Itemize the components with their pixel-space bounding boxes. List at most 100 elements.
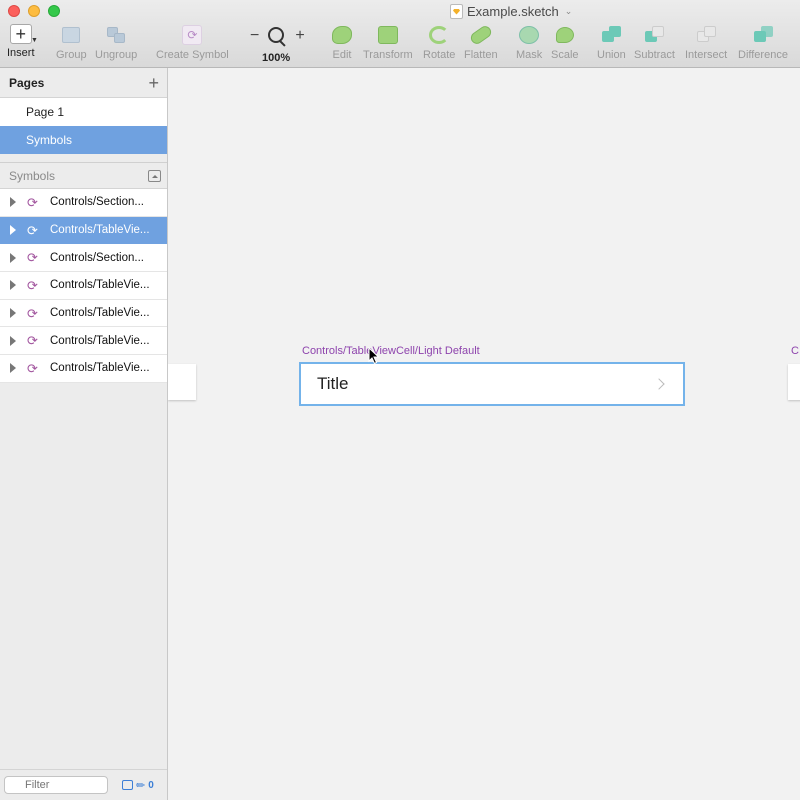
artboard-title-partial[interactable]: C [791,345,799,357]
document-title[interactable]: Example.sketch ⌄ [450,3,572,19]
rotate-button[interactable]: Rotate [423,24,455,61]
artboard-table-view-cell[interactable]: Title [299,362,685,406]
chevron-right-icon [653,378,665,390]
collapse-all-icon[interactable] [148,169,161,182]
difference-label: Difference [738,49,788,61]
create-symbol-button[interactable]: ⟳ Create Symbol [156,24,229,61]
group-button[interactable]: Group [56,24,87,61]
zoom-level: 100% [262,52,291,64]
close-window-button[interactable] [8,5,20,17]
union-button[interactable]: Union [597,24,626,61]
flatten-icon [468,23,494,47]
transform-button[interactable]: Transform [363,24,413,61]
layer-item-label: Controls/TableVie... [50,224,150,237]
ungroup-button[interactable]: Ungroup [95,24,137,61]
edit-button[interactable]: Edit [331,24,353,61]
edit-icon [332,26,352,44]
artboard-title[interactable]: Controls/TableViewCell/Light Default [302,345,480,357]
layer-item[interactable]: ⟳ Controls/TableVie... [0,272,167,300]
disclosure-triangle-icon[interactable] [10,308,16,319]
sidebar: Pages + Page 1 Symbols Symbols ⟳ Control… [0,68,168,800]
layer-item[interactable]: ⟳ Controls/TableVie... [0,216,167,245]
disclosure-triangle-icon[interactable] [10,225,16,236]
maximize-window-button[interactable] [48,5,60,17]
page-item-page-1[interactable]: Page 1 [0,98,167,126]
page-item-label: Symbols [26,133,73,147]
rotate-label: Rotate [423,49,456,61]
scale-icon [555,27,574,43]
canvas[interactable]: Controls/TableViewCell/Light Default Tit… [168,68,800,800]
zoom-out-button[interactable]: − [250,28,259,44]
add-page-button[interactable]: + [148,74,159,92]
edited-count: 0 [148,779,154,791]
layers-title: Symbols [9,168,56,183]
symbol-master-icon: ⟳ [27,333,38,349]
rotate-icon [429,26,450,44]
page-item-symbols[interactable]: Symbols [0,126,167,154]
sidebar-footer: ✏ 0 [0,769,167,800]
edit-label: Edit [332,49,352,61]
flatten-button[interactable]: Flatten [464,23,498,61]
scale-button[interactable]: Scale [551,24,579,61]
group-label: Group [56,49,87,61]
pages-header: Pages + [0,68,167,98]
toolbar: Example.sketch ⌄ + Insert ▼ Group Ungrou… [0,0,800,68]
sketch-document-icon [450,3,463,19]
layer-item-label: Controls/TableVie... [50,307,150,320]
disclosure-triangle-icon[interactable] [10,280,16,291]
zoom-in-button[interactable]: + [295,28,304,44]
ungroup-icon [107,27,126,43]
cell-title[interactable]: Title [317,374,349,394]
create-symbol-label: Create Symbol [156,49,229,61]
subtract-button[interactable]: Subtract [634,24,675,61]
ungroup-label: Ungroup [95,49,138,61]
disclosure-triangle-icon[interactable] [10,252,16,263]
layer-item-label: Controls/Section... [50,251,144,264]
document-title-text: Example.sketch [467,3,559,19]
group-icon [62,27,81,43]
magnifier-icon[interactable] [267,26,287,46]
layer-item[interactable]: ⟳ Controls/TableVie... [0,355,167,383]
mask-icon [519,26,540,44]
insert-label: Insert [7,47,35,59]
page-item-label: Page 1 [26,105,65,119]
layer-item[interactable]: ⟳ Controls/TableVie... [0,327,167,356]
artboard-partial-right[interactable] [788,364,800,400]
difference-icon [752,25,774,45]
plus-icon: + [9,24,32,44]
layer-item[interactable]: ⟳ Controls/TableVie... [0,299,167,328]
pages-title: Pages [9,75,45,90]
symbol-master-icon: ⟳ [27,305,38,321]
disclosure-triangle-icon[interactable] [10,197,16,208]
intersect-button[interactable]: Intersect [685,24,727,61]
symbol-master-icon: ⟳ [27,194,38,210]
difference-button[interactable]: Difference [738,24,788,61]
filter-input[interactable] [4,776,108,794]
layer-item[interactable]: ⟳ Controls/Section... [0,189,167,217]
zoom-controls: − + [250,26,305,46]
intersect-label: Intersect [685,49,728,61]
symbol-master-icon: ⟳ [27,360,38,376]
minimize-window-button[interactable] [28,5,40,17]
artboard-partial-left[interactable] [168,364,196,400]
chevron-down-icon: ⌄ [564,5,573,16]
layer-item[interactable]: ⟳ Controls/Section... [0,244,167,273]
symbol-master-icon: ⟳ [27,277,38,293]
caret-down-icon: ▼ [31,37,38,44]
layer-item-label: Controls/TableVie... [50,279,150,292]
union-icon [600,25,622,45]
scale-label: Scale [551,49,579,61]
symbol-master-icon: ⟳ [27,250,38,266]
subtract-label: Subtract [634,49,675,61]
disclosure-triangle-icon[interactable] [10,363,16,374]
flatten-label: Flatten [464,49,498,61]
pencil-icon[interactable]: ✏ [136,779,145,792]
disclosure-triangle-icon[interactable] [10,335,16,346]
symbol-master-icon: ⟳ [27,222,38,238]
mask-button[interactable]: Mask [516,24,542,61]
transform-icon [377,26,398,44]
footer-icons: ✏ 0 [122,779,154,792]
layer-item-label: Controls/TableVie... [50,334,150,347]
intersect-icon [695,25,717,45]
show-symbols-icon[interactable] [122,780,133,790]
